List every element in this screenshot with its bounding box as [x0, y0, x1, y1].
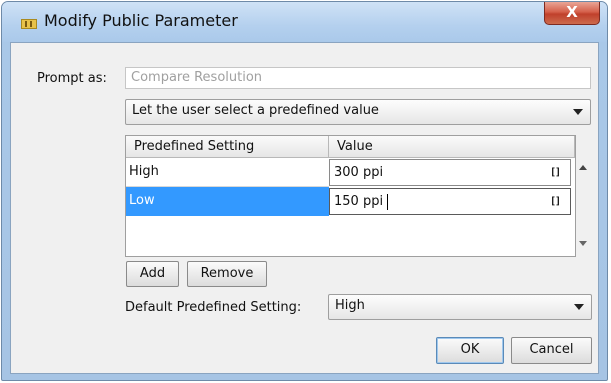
dialog-window: Modify Public Parameter X Prompt as: Com…: [1, 1, 608, 381]
remove-button[interactable]: Remove: [187, 261, 267, 287]
add-button[interactable]: Add: [126, 261, 179, 287]
scroll-down-icon[interactable]: [579, 241, 587, 246]
value-text: 300 ppi: [334, 165, 384, 180]
value-text: 150 ppi: [334, 194, 384, 209]
text-caret: [387, 194, 388, 210]
prompt-input[interactable]: Compare Resolution: [125, 67, 591, 89]
title-bar[interactable]: Modify Public Parameter X: [2, 2, 607, 42]
predefined-settings-table: Predefined Setting Value High 300 ppi []…: [125, 135, 576, 257]
default-setting-select[interactable]: High: [328, 294, 592, 320]
cancel-button[interactable]: Cancel: [511, 337, 592, 364]
value-field[interactable]: 300 ppi []: [329, 159, 571, 186]
close-icon: X: [566, 3, 578, 21]
value-field[interactable]: 150 ppi []: [329, 188, 571, 215]
prompt-label: Prompt as:: [37, 71, 107, 86]
ok-button[interactable]: OK: [436, 337, 504, 364]
column-header-setting[interactable]: Predefined Setting: [126, 136, 329, 158]
dialog-content: Prompt as: Compare Resolution Let the us…: [10, 42, 599, 374]
mode-select-value: Let the user select a predefined value: [132, 103, 379, 118]
table-row-selected[interactable]: Low 150 ppi []: [126, 187, 575, 216]
close-button[interactable]: X: [544, 2, 600, 25]
table-row[interactable]: High 300 ppi []: [126, 158, 575, 187]
setting-cell[interactable]: High: [126, 158, 329, 187]
window-title: Modify Public Parameter: [44, 11, 238, 30]
default-setting-label: Default Predefined Setting:: [125, 300, 302, 315]
chevron-down-icon: [573, 109, 583, 115]
chevron-down-icon: [574, 304, 584, 310]
default-setting-value: High: [335, 298, 365, 313]
bracket-edit-icon[interactable]: []: [550, 189, 561, 214]
bracket-edit-icon[interactable]: []: [550, 160, 561, 185]
setting-cell[interactable]: Low: [126, 187, 329, 216]
parameter-icon: [21, 19, 37, 29]
mode-select[interactable]: Let the user select a predefined value: [125, 99, 591, 125]
table-scrollbar[interactable]: [576, 157, 592, 257]
scroll-up-icon[interactable]: [579, 165, 587, 170]
column-header-value[interactable]: Value: [329, 136, 575, 158]
